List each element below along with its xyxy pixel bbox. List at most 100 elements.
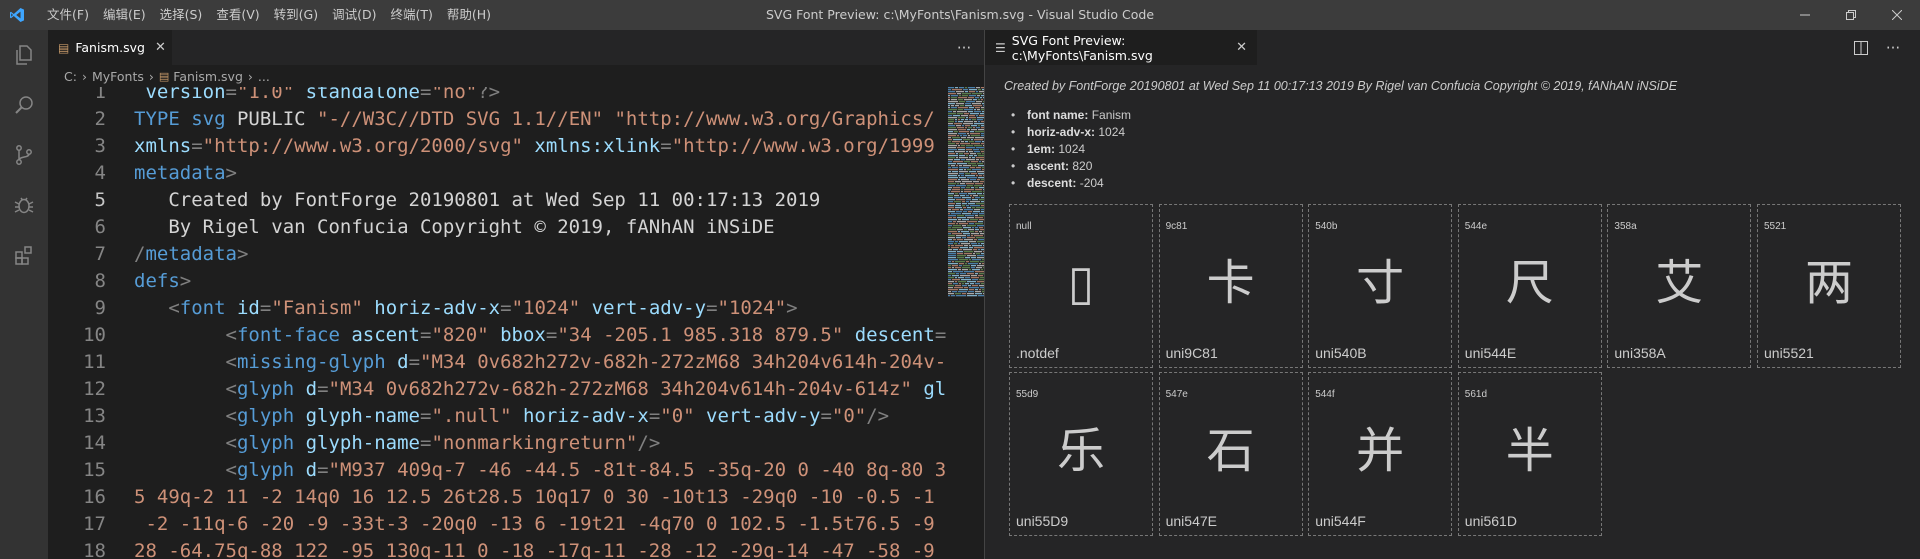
menu-debug[interactable]: 调试(D)	[325, 0, 383, 30]
restore-icon	[1846, 10, 1856, 20]
files-icon	[16, 45, 32, 65]
minimize-icon	[1800, 14, 1810, 16]
code-line[interactable]: 13 <glyph glyph-name=".null" horiz-adv-x…	[48, 403, 984, 430]
code-line[interactable]: 3 xmlns="http://www.w3.org/2000/svg" xmln…	[48, 133, 984, 160]
glyph-sample: 卡	[1206, 255, 1255, 311]
code-line[interactable]: 14 <glyph glyph-name="nonmarkingreturn"/…	[48, 430, 984, 457]
glyph-cell[interactable]: 9c81 卡 uni9C81	[1158, 204, 1303, 368]
code-editor[interactable]: 1 version="1.0" standalone="no"?> 2 TYPE s…	[48, 87, 984, 559]
glyph-cell[interactable]: 544e 尺 uni544E	[1457, 204, 1602, 368]
prop-font-name: font name: Fanism	[1011, 107, 1131, 124]
glyph-cell[interactable]: 5521 两 uni5521	[1757, 204, 1901, 368]
minimap[interactable]	[948, 87, 984, 297]
chevron-right-icon: ›	[81, 68, 87, 84]
code-token: =	[317, 378, 329, 400]
code-line[interactable]: 12 <glyph d="M34 0v682h272v-682h-272zM68…	[48, 376, 984, 403]
glyph-name: uni544F	[1315, 513, 1366, 529]
code-text: 5 49q-2 11 -2 14q0 16 12.5 26t28.5 10q17…	[134, 484, 935, 511]
line-number: 17	[83, 513, 106, 535]
close-icon[interactable]: ✕	[155, 40, 166, 55]
glyph-name: uni547E	[1165, 513, 1217, 529]
code-token: =	[225, 87, 237, 103]
code-line[interactable]: 6 By Rigel van Confucia Copyright © 2019…	[48, 214, 984, 241]
code-line[interactable]: 9 <font id="Fanism" horiz-adv-x="1024" v…	[48, 295, 984, 322]
line-number: 12	[83, 378, 106, 400]
menu-file[interactable]: 文件(F)	[40, 0, 96, 30]
line-number: 8	[94, 270, 106, 292]
minimize-button[interactable]	[1782, 0, 1828, 30]
tab-fanism-svg[interactable]: ▤ Fanism.svg ✕	[48, 30, 172, 65]
code-line[interactable]: 8 defs>	[48, 268, 984, 295]
glyph-cell[interactable]: 544f 并 uni544F	[1308, 372, 1453, 536]
breadcrumb-folder[interactable]: MyFonts	[92, 69, 144, 84]
title-bar: 文件(F) 编辑(E) 选择(S) 查看(V) 转到(G) 调试(D) 终端(T…	[0, 0, 1920, 30]
breadcrumb-root[interactable]: C:	[64, 69, 77, 84]
tab-svg-font-preview[interactable]: ☰ SVG Font Preview: c:\MyFonts\Fanism.sv…	[985, 30, 1257, 65]
code-token: "34 -205.1 985.318 879.5"	[557, 324, 844, 346]
code-token: <	[168, 297, 180, 319]
menu-view[interactable]: 查看(V)	[209, 0, 266, 30]
menu-terminal[interactable]: 终端(T)	[383, 0, 439, 30]
code-token: xmlns:xlink	[522, 135, 661, 157]
debug-button[interactable]	[0, 180, 48, 230]
menu-help[interactable]: 帮助(H)	[440, 0, 498, 30]
close-icon[interactable]: ✕	[1236, 40, 1247, 55]
code-text: 28 -64.75q-88 122 -95 130q-11 0 -18 -17q…	[134, 538, 935, 559]
glyph-cell[interactable]: 55d9 乐 uni55D9	[1009, 372, 1153, 536]
code-token: bbox	[488, 324, 546, 346]
code-token: =	[420, 405, 432, 427]
glyph-sample: 石	[1206, 423, 1255, 479]
code-line[interactable]: 17 -2 -11q-6 -20 -9 -33t-3 -20q0 -13 6 -…	[48, 511, 984, 538]
extensions-button[interactable]	[0, 230, 48, 280]
search-button[interactable]	[0, 80, 48, 130]
code-token: d	[294, 378, 318, 400]
line-number: 3	[94, 135, 106, 157]
code-token: By Rigel van Confucia Copyright © 2019, …	[134, 216, 775, 238]
code-line[interactable]: 10 <font-face ascent="820" bbox="34 -205…	[48, 322, 984, 349]
close-window-button[interactable]	[1874, 0, 1920, 30]
code-token: defs	[134, 270, 180, 292]
code-token: =	[259, 297, 272, 319]
menu-go[interactable]: 转到(G)	[267, 0, 325, 30]
code-line[interactable]: 15 <glyph d="M937 409q-7 -46 -44.5 -81t-…	[48, 457, 984, 484]
code-text: metadata>	[134, 160, 237, 187]
code-token: =	[408, 351, 421, 373]
menu-bar: 文件(F) 编辑(E) 选择(S) 查看(V) 转到(G) 调试(D) 终端(T…	[40, 0, 498, 30]
more-actions-icon[interactable]: ···	[950, 30, 978, 65]
glyph-cell[interactable]: 561d 半 uni561D	[1457, 372, 1602, 536]
line-number: 6	[94, 216, 106, 238]
code-line[interactable]: 16 5 49q-2 11 -2 14q0 16 12.5 26t28.5 10q…	[48, 484, 984, 511]
code-line[interactable]: 5 Created by FontForge 20190801 at Wed S…	[48, 187, 984, 214]
breadcrumb-file[interactable]: Fanism.svg	[173, 69, 243, 84]
explorer-button[interactable]	[0, 30, 48, 80]
menu-selection[interactable]: 选择(S)	[153, 0, 210, 30]
code-line[interactable]: 4 metadata>	[48, 160, 984, 187]
code-line[interactable]: 7/metadata>	[48, 241, 984, 268]
code-token: glyph	[236, 432, 295, 454]
glyph-cell[interactable]: 358a 艾 uni358A	[1607, 204, 1752, 368]
code-token: vert-adv-y	[694, 405, 821, 427]
glyph-cell[interactable]: null ▯ .notdef	[1009, 204, 1153, 368]
source-control-button[interactable]	[0, 130, 48, 180]
code-line[interactable]: 2 TYPE svg PUBLIC "-//W3C//DTD SVG 1.1//E…	[48, 106, 984, 133]
code-line[interactable]: 18 28 -64.75q-88 122 -95 130q-11 0 -18 -1…	[48, 538, 984, 559]
breadcrumb-tail[interactable]: ...	[258, 69, 270, 84]
glyph-cell[interactable]: 547e 石 uni547E	[1158, 372, 1303, 536]
restore-button[interactable]	[1828, 0, 1874, 30]
glyph-cell[interactable]: 540b 寸 uni540B	[1308, 204, 1453, 368]
code-line[interactable]: 11 <missing-glyph d="M34 0v682h272v-682h…	[48, 349, 984, 376]
code-token: descent	[843, 324, 935, 346]
code-token: "1024"	[717, 297, 787, 319]
more-actions-icon[interactable]: ···	[1879, 30, 1907, 65]
code-token: "http://www.w3.org/1999	[671, 135, 935, 157]
code-token: <	[225, 405, 237, 427]
code-line[interactable]: 1 version="1.0" standalone="no"?>	[48, 87, 984, 106]
code-token: glyph	[236, 459, 295, 481]
split-editor-icon[interactable]	[1847, 30, 1875, 65]
code-token: glyph-name	[294, 432, 421, 454]
menu-edit[interactable]: 编辑(E)	[96, 0, 153, 30]
code-token: "-//W3C//DTD SVG 1.1//EN"	[317, 108, 615, 130]
